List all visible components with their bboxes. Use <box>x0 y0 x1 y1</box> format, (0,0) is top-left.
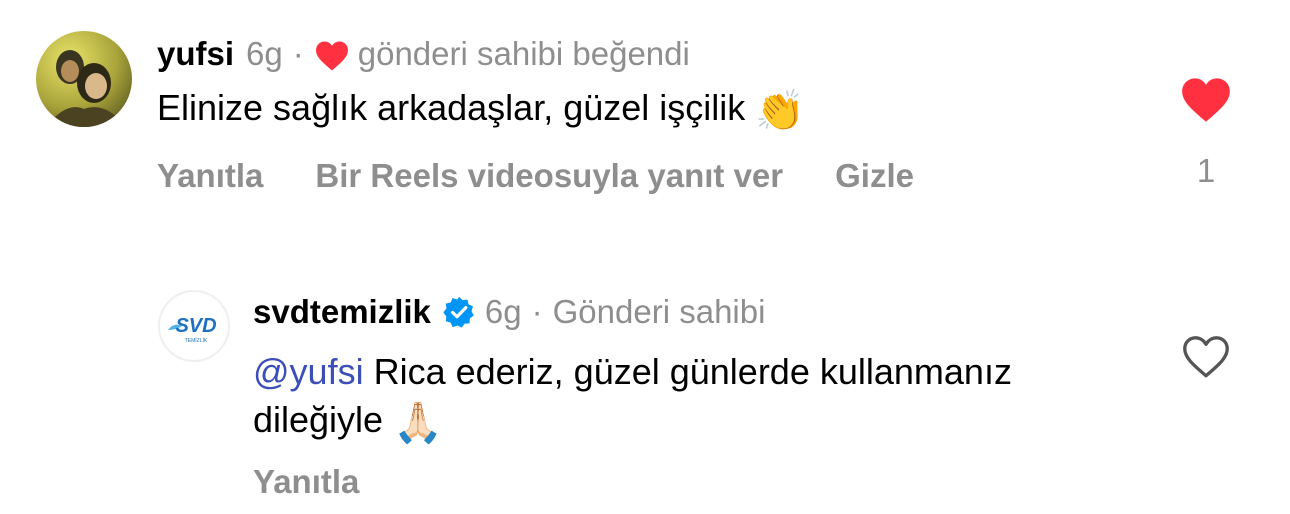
liked-by-author-label: gönderi sahibi beğendi <box>357 35 690 72</box>
comment-actions: Yanıtla <box>253 463 359 501</box>
reply-button[interactable]: Yanıtla <box>253 463 359 500</box>
like-count[interactable]: 1 <box>1180 152 1232 190</box>
mention-link[interactable]: @yufsi <box>253 351 364 392</box>
separator: · <box>531 293 543 330</box>
comment-text: @yufsi Rica ederiz, güzel günlerde kulla… <box>253 348 1053 447</box>
verified-badge-icon <box>443 296 475 328</box>
profile-photo <box>36 31 132 127</box>
username[interactable]: yufsi <box>157 35 234 73</box>
comment-header: svdtemizlik 6g · Gönderi sahibi <box>253 290 765 334</box>
like-button[interactable] <box>1180 76 1232 124</box>
comment-text: Elinize sağlık arkadaşlar, güzel işçilik… <box>157 87 805 134</box>
heart-icon <box>314 40 350 72</box>
reels-reply-button[interactable]: Bir Reels videosuyla yanıt ver <box>315 157 783 195</box>
hide-button[interactable]: Gizle <box>835 157 914 195</box>
heart-filled-icon <box>1182 78 1230 122</box>
separator: · <box>292 35 304 72</box>
logo-subtext: TEMİZLİK <box>185 337 208 344</box>
folded-hands-emoji: 🙏🏻 <box>393 401 443 445</box>
reply-button[interactable]: Yanıtla <box>157 157 263 195</box>
avatar-svdtemizlik[interactable]: SVD TEMİZLİK <box>158 290 230 362</box>
username[interactable]: svdtemizlik <box>253 293 431 331</box>
heart-outline-icon <box>1183 336 1229 378</box>
clapping-hands-emoji: 👏 <box>755 89 806 133</box>
comment-time: 6g <box>484 293 522 330</box>
like-button[interactable] <box>1181 334 1231 380</box>
author-label: Gönderi sahibi <box>552 293 766 330</box>
logo-text: SVD <box>175 315 216 337</box>
comment-header: yufsi 6g · gönderi sahibi beğendi <box>157 32 690 76</box>
avatar-yufsi[interactable] <box>36 31 132 127</box>
svd-logo: SVD TEMİZLİK <box>168 315 217 344</box>
comment-time: 6g <box>246 35 283 72</box>
comment-body: Rica ederiz, güzel günlerde kullanmanız … <box>253 351 1012 440</box>
comment-actions: Yanıtla Bir Reels videosuyla yanıt ver G… <box>157 157 914 195</box>
comment-body: Elinize sağlık arkadaşlar, güzel işçilik <box>157 87 746 128</box>
